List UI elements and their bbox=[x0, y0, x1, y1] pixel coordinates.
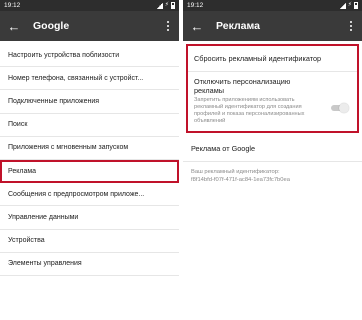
back-arrow-icon[interactable]: ← bbox=[190, 19, 204, 33]
list-item-connected-apps[interactable]: Подключенные приложения bbox=[0, 90, 179, 114]
list-item-search[interactable]: Поиск bbox=[0, 114, 179, 137]
back-arrow-icon[interactable]: ← bbox=[7, 19, 21, 33]
ad-id-value: f8f14bfd-f07f-471f-ac84-1ea73fc7b0ea bbox=[191, 176, 290, 183]
opt-out-description: Запретить приложениям использовать рекла… bbox=[194, 97, 305, 124]
opt-out-personalization-setting[interactable]: Отключить персонализацию рекламы Запрети… bbox=[188, 72, 357, 131]
ad-id-label: Ваш рекламный идентификатор: bbox=[191, 169, 280, 175]
ad-id-info: Ваш рекламный идентификатор: f8f14bfd-f0… bbox=[183, 162, 362, 191]
list-item-app-preview-messages[interactable]: Сообщения с предпросмотром приложе... bbox=[0, 183, 179, 207]
opt-out-toggle[interactable] bbox=[331, 102, 349, 113]
status-bar: 19:12 ⚡ bbox=[0, 0, 179, 11]
list-item-data-management[interactable]: Управление данными bbox=[0, 206, 179, 230]
list-item-devices[interactable]: Устройства bbox=[0, 230, 179, 253]
settings-list: Настроить устройства поблизости Номер те… bbox=[0, 44, 179, 276]
signal-icon bbox=[338, 2, 346, 9]
reset-ad-id-button[interactable]: Сбросить рекламный идентификатор bbox=[188, 46, 357, 72]
charging-icon: ⚡ bbox=[347, 2, 352, 8]
status-time: 19:12 bbox=[4, 2, 21, 9]
status-icons: ⚡ bbox=[338, 0, 358, 11]
page-title: Google bbox=[33, 20, 70, 32]
toggle-knob bbox=[339, 102, 349, 113]
page-title: Реклама bbox=[216, 20, 260, 32]
opt-out-title: Отключить персонализацию рекламы bbox=[194, 77, 291, 95]
more-options-icon[interactable] bbox=[347, 19, 356, 34]
battery-icon bbox=[354, 2, 358, 9]
more-options-icon[interactable] bbox=[164, 19, 173, 34]
screen-ads-settings: 19:12 ⚡ ← Реклама Сбросить рекламный иде… bbox=[183, 0, 362, 320]
signal-icon bbox=[155, 2, 163, 9]
list-item-ads[interactable]: Реклама bbox=[0, 159, 179, 184]
list-item-controls[interactable]: Элементы управления bbox=[0, 253, 179, 276]
status-time: 19:12 bbox=[187, 2, 204, 9]
status-icons: ⚡ bbox=[155, 0, 175, 11]
app-bar: ← Реклама bbox=[183, 11, 362, 41]
status-bar: 19:12 ⚡ bbox=[183, 0, 362, 11]
battery-icon bbox=[171, 2, 175, 9]
app-bar: ← Google bbox=[0, 11, 179, 41]
ads-by-google-link[interactable]: Реклама от Google bbox=[183, 135, 362, 162]
charging-icon: ⚡ bbox=[164, 2, 169, 8]
highlighted-ad-options: Сбросить рекламный идентификатор Отключи… bbox=[186, 44, 359, 133]
list-item-instant-apps[interactable]: Приложения с мгновенным запуском bbox=[0, 137, 179, 160]
screen-google-settings: 19:12 ⚡ ← Google Настроить устройства по… bbox=[0, 0, 179, 320]
list-item-nearby-devices[interactable]: Настроить устройства поблизости bbox=[0, 44, 179, 68]
list-item-phone-number[interactable]: Номер телефона, связанный с устройст... bbox=[0, 67, 179, 91]
